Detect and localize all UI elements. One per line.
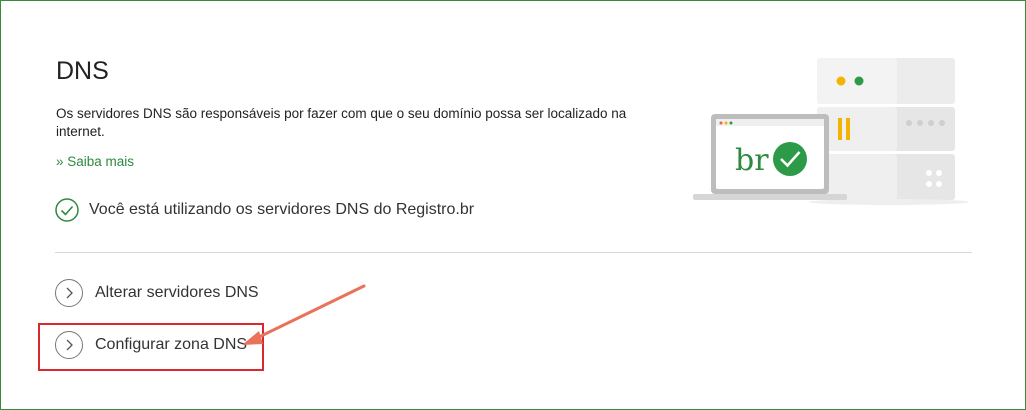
dns-server-illustration: br — [693, 58, 969, 205]
learn-more-link[interactable]: » Saiba mais — [56, 154, 134, 169]
dns-status-text: Você está utilizando os servidores DNS d… — [89, 201, 475, 218]
annotation-highlight-box — [38, 323, 264, 371]
page-frame: DNS Os servidores DNS são responsáveis p… — [0, 0, 1026, 410]
check-circle-icon — [55, 198, 79, 222]
brand-logo-text: br — [735, 143, 769, 178]
dns-status: Você está utilizando os servidores DNS d… — [55, 198, 474, 222]
page-title: DNS — [56, 57, 109, 85]
section-divider — [55, 252, 972, 253]
change-dns-servers-action[interactable]: Alterar servidores DNS — [55, 279, 259, 307]
dns-description: Os servidores DNS são responsáveis por f… — [56, 106, 627, 139]
chevron-right-icon — [55, 279, 83, 307]
change-dns-servers-label: Alterar servidores DNS — [95, 284, 259, 301]
